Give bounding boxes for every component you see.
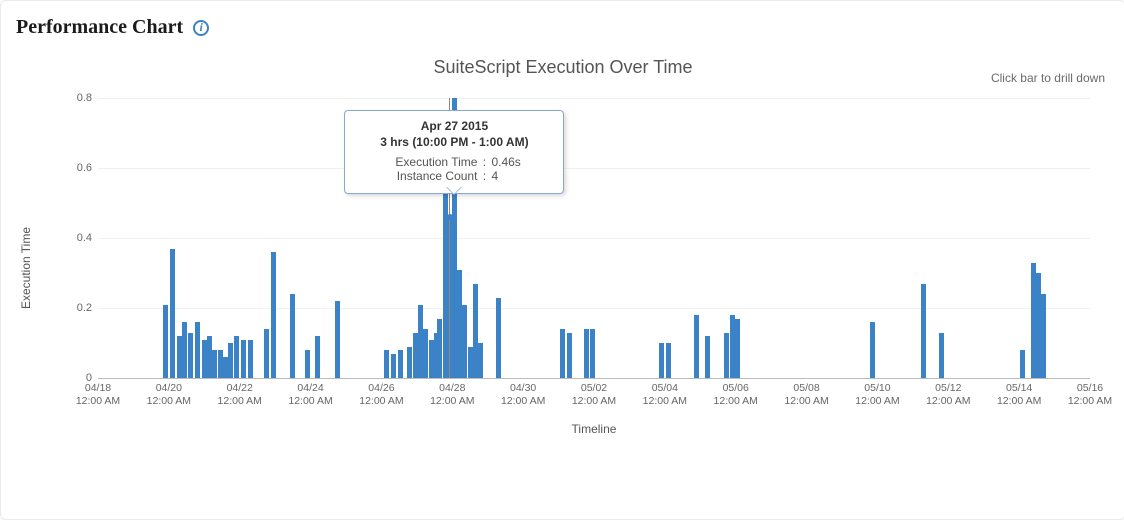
x-tick: 04/2212:00 AM xyxy=(218,382,262,408)
x-tick: 04/2612:00 AM xyxy=(359,382,403,408)
chart-bar[interactable] xyxy=(584,329,589,378)
chart-bar[interactable] xyxy=(407,347,412,379)
y-tick: 0.8 xyxy=(77,92,92,104)
y-axis-ticks: 00.20.40.60.8 xyxy=(58,98,92,378)
x-tick: 05/1412:00 AM xyxy=(997,382,1041,408)
x-axis-label: Timeline xyxy=(98,422,1090,436)
drill-down-hint: Click bar to drill down xyxy=(991,71,1105,85)
chart-bar[interactable] xyxy=(666,343,671,378)
chart-bar[interactable] xyxy=(177,336,182,378)
chart-bar[interactable] xyxy=(271,252,276,378)
chart-bar[interactable] xyxy=(921,284,926,379)
x-tick: 05/0412:00 AM xyxy=(643,382,687,408)
tooltip-range: 3 hrs (10:00 PM - 1:00 AM) xyxy=(359,135,549,149)
chart-bar[interactable] xyxy=(1036,273,1041,378)
tooltip-date: Apr 27 2015 xyxy=(359,119,549,133)
chart-bar[interactable] xyxy=(694,315,699,378)
chart-bar[interactable] xyxy=(228,343,233,378)
chart-bar[interactable] xyxy=(1041,294,1046,378)
chart-bar[interactable] xyxy=(315,336,320,378)
chart-bar[interactable] xyxy=(241,340,246,379)
chart-bar[interactable] xyxy=(659,343,664,378)
chart-bar[interactable] xyxy=(560,329,565,378)
x-tick: 05/1012:00 AM xyxy=(855,382,899,408)
x-tick: 05/0812:00 AM xyxy=(784,382,828,408)
chart-bar[interactable] xyxy=(418,305,423,379)
chart-bar[interactable] xyxy=(735,319,740,379)
chart-bar[interactable] xyxy=(705,336,710,378)
chart-bar[interactable] xyxy=(234,336,239,378)
performance-card: Performance Chart i SuiteScript Executio… xyxy=(0,0,1124,520)
chart-bar[interactable] xyxy=(170,249,175,379)
chart-bar[interactable] xyxy=(413,333,418,379)
chart-bar[interactable] xyxy=(724,333,729,379)
x-axis-ticks: 04/1812:00 AM04/2012:00 AM04/2212:00 AM0… xyxy=(98,382,1090,422)
chart-bar[interactable] xyxy=(290,294,295,378)
tooltip-count-row: Instance Count : 4 xyxy=(359,169,549,183)
y-tick: 0.6 xyxy=(77,162,92,174)
chart-bar[interactable] xyxy=(478,343,483,378)
chart-bar[interactable] xyxy=(223,357,228,378)
chart-bar[interactable] xyxy=(391,354,396,379)
chart-title: SuiteScript Execution Over Time xyxy=(16,57,1110,78)
chart-bar[interactable] xyxy=(730,315,735,378)
x-tick: 05/1612:00 AM xyxy=(1068,382,1112,408)
x-tick: 05/0212:00 AM xyxy=(572,382,616,408)
chart-bar[interactable] xyxy=(218,350,223,378)
chart-bar[interactable] xyxy=(207,336,212,378)
chart-bar[interactable] xyxy=(437,319,442,379)
chart-bar[interactable] xyxy=(1031,263,1036,379)
tooltip-count-label: Instance Count xyxy=(377,169,477,183)
chart-area: Execution Time 00.20.40.60.8 Apr 27 2015… xyxy=(62,98,1090,438)
tooltip-count-value: 4 xyxy=(491,169,531,183)
chart-bar[interactable] xyxy=(567,333,572,379)
chart-bar[interactable] xyxy=(305,350,310,378)
chart-bar[interactable] xyxy=(398,350,403,378)
x-tick: 04/2412:00 AM xyxy=(288,382,332,408)
y-tick: 0.2 xyxy=(77,302,92,314)
chart-bar[interactable] xyxy=(457,270,462,379)
x-tick: 05/0612:00 AM xyxy=(714,382,758,408)
y-tick: 0.4 xyxy=(77,232,92,244)
chart-bar[interactable] xyxy=(939,333,944,379)
info-icon[interactable]: i xyxy=(193,20,209,36)
chart-bar[interactable] xyxy=(188,333,193,379)
tooltip-exec-value: 0.46s xyxy=(491,155,531,169)
card-header: Performance Chart i xyxy=(16,16,1110,39)
card-title: Performance Chart xyxy=(16,16,183,39)
chart-bar[interactable] xyxy=(468,347,473,379)
x-tick: 04/3012:00 AM xyxy=(501,382,545,408)
chart-bar[interactable] xyxy=(590,329,595,378)
chart-bar[interactable] xyxy=(163,305,168,379)
chart-bar[interactable] xyxy=(195,322,200,378)
chart-bar[interactable] xyxy=(496,298,501,379)
chart-tooltip: Apr 27 2015 3 hrs (10:00 PM - 1:00 AM) E… xyxy=(344,110,564,194)
chart-bar[interactable] xyxy=(473,284,478,379)
plot-area[interactable]: Apr 27 2015 3 hrs (10:00 PM - 1:00 AM) E… xyxy=(98,98,1090,379)
chart-bar[interactable] xyxy=(1020,350,1025,378)
x-tick: 04/2012:00 AM xyxy=(147,382,191,408)
y-axis-label: Execution Time xyxy=(19,227,33,309)
chart-bar[interactable] xyxy=(384,350,389,378)
x-tick: 04/2812:00 AM xyxy=(430,382,474,408)
tooltip-exec-row: Execution Time : 0.46s xyxy=(359,155,549,169)
chart-bar[interactable] xyxy=(182,322,187,378)
x-tick: 04/1812:00 AM xyxy=(76,382,120,408)
tooltip-exec-label: Execution Time xyxy=(377,155,477,169)
chart-bar[interactable] xyxy=(423,329,428,378)
bar-layer xyxy=(98,98,1090,378)
chart-bar[interactable] xyxy=(248,340,253,379)
chart-bar[interactable] xyxy=(202,340,207,379)
chart-bar[interactable] xyxy=(264,329,269,378)
chart-bar[interactable] xyxy=(429,340,434,379)
chart-bar[interactable] xyxy=(212,350,217,378)
chart-bar[interactable] xyxy=(462,305,467,379)
chart-bar[interactable] xyxy=(870,322,875,378)
chart-bar[interactable] xyxy=(335,301,340,378)
x-tick: 05/1212:00 AM xyxy=(926,382,970,408)
